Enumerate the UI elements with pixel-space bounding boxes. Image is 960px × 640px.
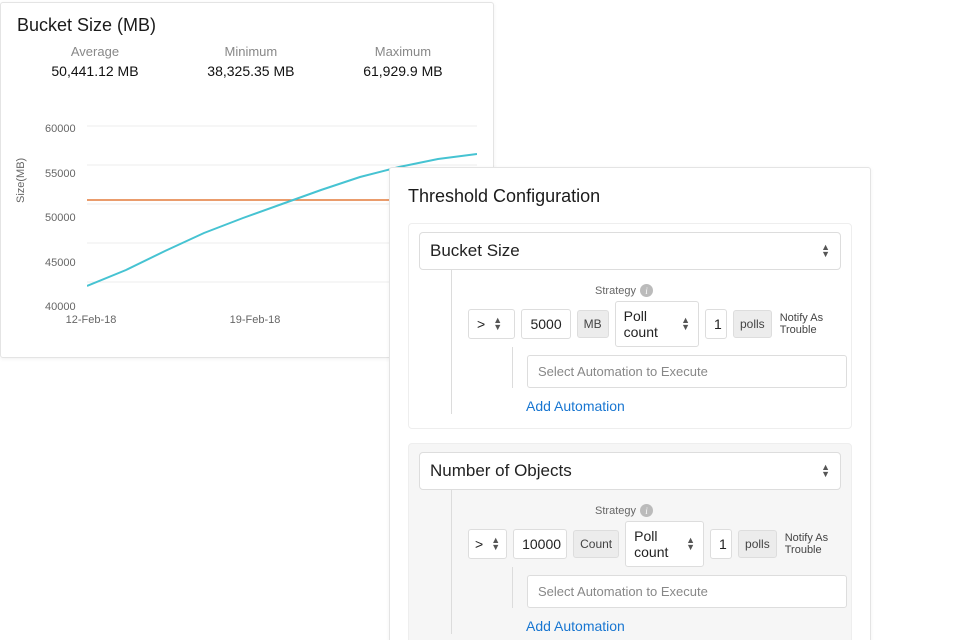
metric-select-label: Number of Objects [430, 461, 572, 481]
chevron-updown-icon: ▲▼ [821, 464, 830, 478]
metric-select-bucket-size[interactable]: Bucket Size ▲▼ [419, 232, 841, 270]
xtick-0: 12-Feb-18 [66, 314, 117, 326]
stat-maximum: Maximum 61,929.9 MB [363, 44, 442, 79]
unit-chip: MB [577, 310, 609, 338]
threshold-config-panel: Threshold Configuration Bucket Size ▲▼ S… [389, 167, 871, 640]
threshold-value-input[interactable]: 10000 [513, 529, 567, 559]
chart-title: Bucket Size (MB) [17, 15, 477, 36]
add-automation-link[interactable]: Add Automation [526, 618, 841, 634]
unit-chip: Count [573, 530, 619, 558]
info-icon[interactable]: i [640, 504, 653, 517]
info-icon[interactable]: i [640, 284, 653, 297]
threshold-title: Threshold Configuration [408, 186, 852, 207]
stat-average-value: 50,441.12 MB [51, 63, 138, 79]
automation-select[interactable]: Select Automation to Execute [527, 355, 847, 388]
ytick-40000: 40000 [45, 301, 76, 313]
ytick-45000: 45000 [45, 257, 76, 269]
polls-chip: polls [738, 530, 777, 558]
strategy-select[interactable]: Poll count ▲▼ [625, 521, 704, 567]
threshold-value-input[interactable]: 5000 [521, 309, 570, 339]
ytick-55000: 55000 [45, 168, 76, 180]
polls-chip: polls [733, 310, 772, 338]
strategy-label-row: Strategy i [452, 504, 841, 517]
strategy-label: Strategy [595, 285, 636, 297]
notify-label: Notify As Trouble [780, 312, 841, 336]
automation-select[interactable]: Select Automation to Execute [527, 575, 847, 608]
condition-row-object-count: > ▲▼ 10000 Count Poll count ▲▼ 1 polls N… [468, 521, 841, 567]
stat-minimum-label: Minimum [207, 44, 294, 59]
threshold-block-object-count: Number of Objects ▲▼ Strategy i > ▲▼ 100… [408, 443, 852, 640]
chevron-updown-icon: ▲▼ [821, 244, 830, 258]
chevron-updown-icon: ▲▼ [681, 317, 690, 331]
operator-select[interactable]: > ▲▼ [468, 309, 515, 339]
ytick-50000: 50000 [45, 212, 76, 224]
stat-maximum-value: 61,929.9 MB [363, 63, 442, 79]
condition-row-bucket-size: > ▲▼ 5000 MB Poll count ▲▼ 1 polls Notif… [468, 301, 841, 347]
ytick-60000: 60000 [45, 123, 76, 135]
metric-select-label: Bucket Size [430, 241, 520, 261]
stat-minimum-value: 38,325.35 MB [207, 63, 294, 79]
add-automation-link[interactable]: Add Automation [526, 398, 841, 414]
strategy-label-row: Strategy i [452, 284, 841, 297]
stat-average: Average 50,441.12 MB [51, 44, 138, 79]
stat-average-label: Average [51, 44, 138, 59]
stat-maximum-label: Maximum [363, 44, 442, 59]
chart-stats-row: Average 50,441.12 MB Minimum 38,325.35 M… [17, 44, 477, 79]
notify-label: Notify As Trouble [785, 532, 841, 556]
operator-select[interactable]: > ▲▼ [468, 529, 507, 559]
poll-count-input[interactable]: 1 [710, 529, 732, 559]
xtick-1: 19-Feb-18 [230, 314, 281, 326]
chart-y-axis-label: Size(MB) [15, 158, 27, 203]
threshold-block-bucket-size: Bucket Size ▲▼ Strategy i > ▲▼ 5000 MB P… [408, 223, 852, 429]
strategy-label: Strategy [595, 505, 636, 517]
chevron-updown-icon: ▲▼ [491, 537, 500, 551]
poll-count-input[interactable]: 1 [705, 309, 727, 339]
stat-minimum: Minimum 38,325.35 MB [207, 44, 294, 79]
chevron-updown-icon: ▲▼ [686, 537, 695, 551]
chevron-updown-icon: ▲▼ [493, 317, 502, 331]
metric-select-object-count[interactable]: Number of Objects ▲▼ [419, 452, 841, 490]
strategy-select[interactable]: Poll count ▲▼ [615, 301, 699, 347]
